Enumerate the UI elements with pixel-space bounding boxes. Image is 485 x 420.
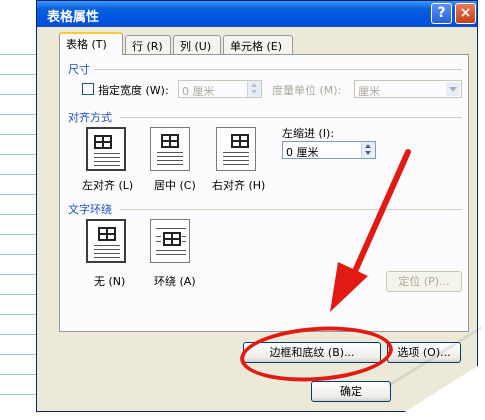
arrow-head (330, 262, 368, 312)
page-curl (392, 362, 484, 420)
arrow-shaft (349, 149, 411, 281)
annotation-arrow (330, 149, 411, 312)
tab-table[interactable]: 表格 (T) (59, 32, 123, 55)
